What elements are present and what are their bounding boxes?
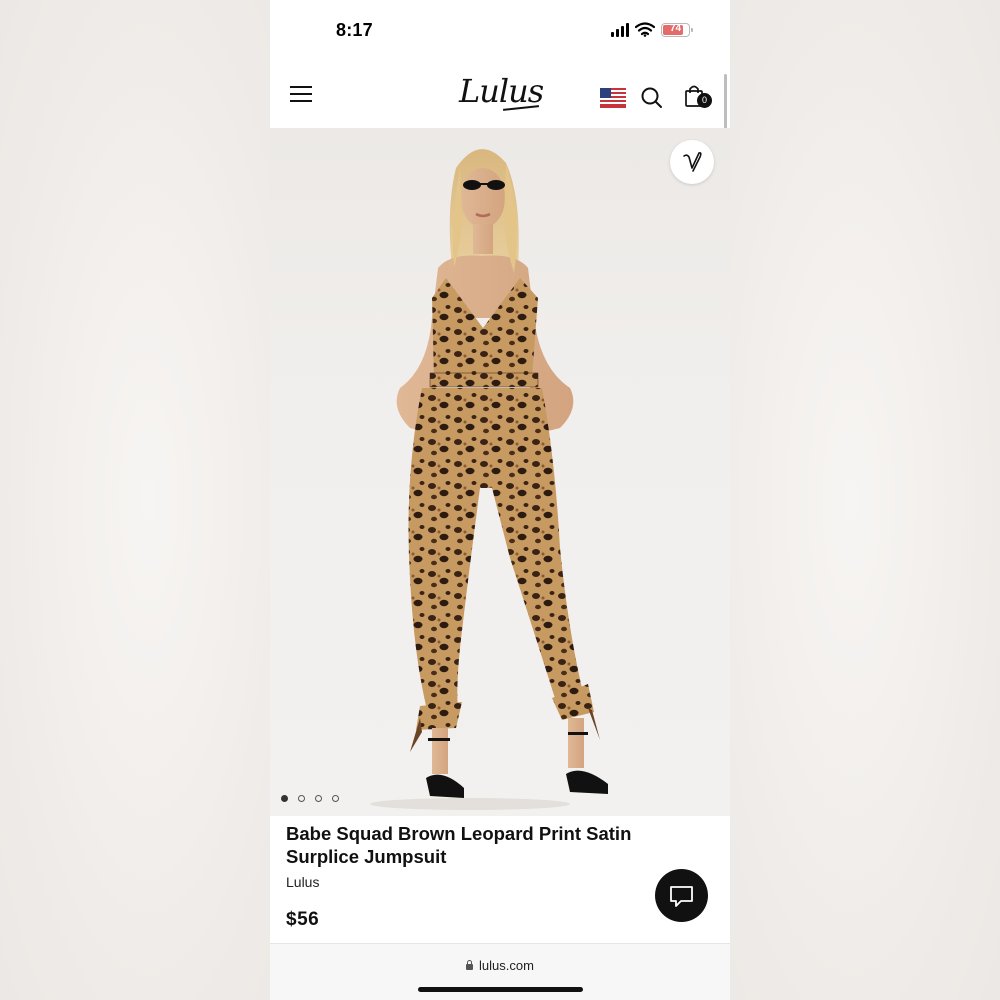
image-pagination	[281, 795, 339, 802]
background-right	[730, 0, 1000, 1000]
browser-url-bar[interactable]: lulus.com	[270, 943, 730, 1000]
wifi-icon	[635, 22, 655, 37]
product-photo	[370, 149, 608, 810]
battery-level: 74	[669, 22, 682, 34]
status-time: 8:17	[336, 20, 373, 40]
lulus-logo[interactable]: Lulus	[459, 72, 544, 110]
pagination-dot-4[interactable]	[332, 795, 339, 802]
background-left	[0, 0, 270, 1000]
pagination-dot-2[interactable]	[298, 795, 305, 802]
product-price: $56	[286, 909, 320, 930]
url-display[interactable]: lulus.com	[270, 958, 730, 973]
site-header: Lulus 0	[270, 60, 730, 128]
us-flag-icon[interactable]	[600, 88, 626, 108]
product-title: Babe Squad Brown Leopard Print Satin Sur…	[286, 823, 632, 867]
lock-icon	[466, 960, 474, 970]
wishlist-button[interactable]	[670, 140, 714, 184]
heart-icon	[683, 152, 702, 172]
pagination-dot-1[interactable]	[281, 795, 288, 802]
hamburger-menu-icon[interactable]	[290, 86, 312, 104]
url-text: lulus.com	[479, 958, 534, 973]
shopping-bag-button[interactable]: 0	[684, 83, 714, 113]
search-icon[interactable]	[640, 86, 664, 110]
chat-button[interactable]	[655, 869, 708, 922]
chat-icon	[670, 886, 693, 907]
phone-screen: 8:17 74 Lulus 0 Babe Squad Brown Leopard…	[270, 0, 730, 1000]
pagination-dot-3[interactable]	[315, 795, 322, 802]
home-indicator[interactable]	[418, 987, 583, 992]
cart-count-badge: 0	[697, 93, 712, 108]
product-image-gallery[interactable]	[270, 128, 730, 816]
battery-icon: 74	[661, 22, 693, 37]
product-brand[interactable]: Lulus	[286, 874, 319, 890]
signal-icon	[611, 22, 629, 37]
status-icons: 74	[611, 22, 693, 37]
